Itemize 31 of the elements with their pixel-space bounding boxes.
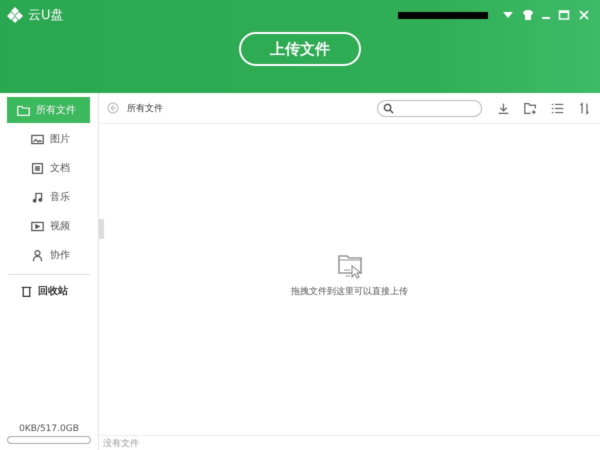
- sidebar-item[interactable]: 视频: [7, 213, 90, 239]
- app-title: 云U盘: [28, 7, 64, 24]
- sidebar-item[interactable]: 协作: [7, 242, 90, 268]
- sidebar-label: 音乐: [50, 190, 70, 204]
- status-text: 没有文件: [103, 438, 139, 450]
- trash-item[interactable]: 回收站: [0, 281, 98, 301]
- music-icon: [31, 190, 44, 204]
- back-icon[interactable]: [107, 102, 119, 114]
- sidebar-label: 图片: [50, 132, 70, 146]
- document-icon: [31, 162, 44, 174]
- sidebar-item[interactable]: 音乐: [7, 184, 90, 210]
- sidebar-item[interactable]: 文档: [7, 155, 90, 181]
- logo-icon: [6, 6, 24, 24]
- storage-text: 0KB/517.0GB: [19, 424, 79, 434]
- drop-hint: 拖拽文件到这里可以直接上传: [291, 286, 408, 298]
- minimize-icon: [542, 17, 550, 19]
- sidebar-label: 协作: [50, 248, 70, 262]
- breadcrumb: 所有文件: [127, 102, 163, 114]
- trash-label: 回收站: [38, 284, 68, 298]
- sidebar-label: 文档: [50, 162, 70, 175]
- search-icon: [383, 102, 394, 114]
- folder-icon: [17, 104, 30, 116]
- sidebar-label: 视频: [50, 220, 70, 233]
- image-icon: [31, 132, 44, 146]
- user-icon: [31, 248, 44, 262]
- collapse-handle[interactable]: [98, 219, 104, 239]
- sidebar-label: 所有文件: [36, 104, 76, 117]
- search-field[interactable]: [377, 100, 482, 116]
- trash-icon: [20, 284, 33, 298]
- video-icon: [31, 220, 44, 232]
- sidebar-item[interactable]: 图片: [7, 126, 90, 152]
